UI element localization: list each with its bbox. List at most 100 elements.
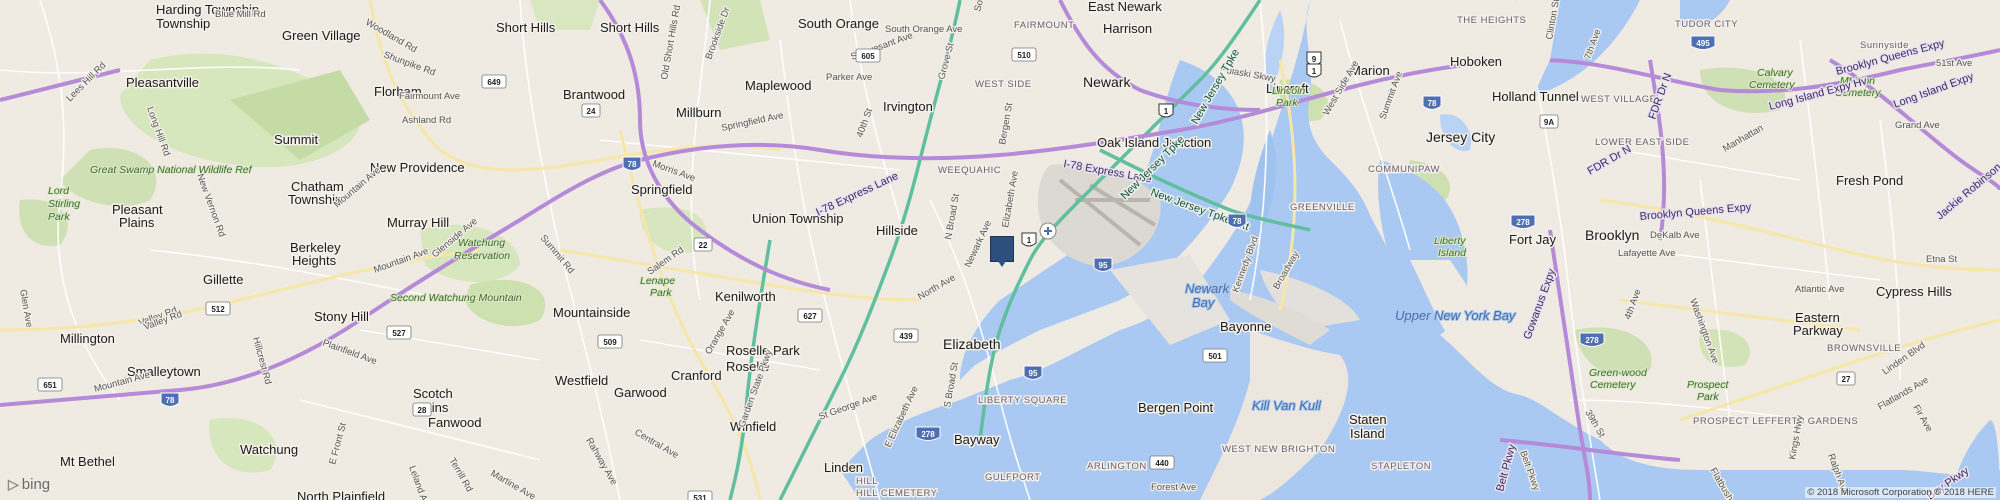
place-label: Mt Bethel	[60, 454, 115, 469]
park-label: Cemetery	[1590, 379, 1636, 391]
route-shield-icon: 9A	[1539, 114, 1559, 129]
place-label: Harrison	[1103, 21, 1152, 36]
place-label: North Plainfield	[297, 489, 385, 500]
route-shield-icon: 440	[1149, 455, 1175, 470]
route-shield-icon: 78	[1227, 213, 1247, 228]
place-label: Millington	[60, 331, 115, 346]
route-shield-label: 531	[693, 494, 707, 500]
route-shield-label: 1	[1164, 107, 1169, 116]
park-label: Park	[48, 211, 70, 223]
park-label: Cemetery	[1749, 79, 1795, 91]
place-label: Oak Island Junction	[1097, 135, 1211, 150]
road-label: Etna St	[1926, 254, 1958, 265]
area-label: WEEQUAHIC	[938, 165, 1001, 176]
route-shield-icon: 24	[581, 103, 601, 118]
route-shield-label: 9A	[1544, 118, 1554, 127]
place-label: New Providence	[370, 160, 465, 175]
place-label: Fresh Pond	[1836, 173, 1903, 188]
bing-logo: ▷ bing	[8, 476, 50, 493]
route-shield-icon: 28	[412, 402, 432, 417]
route-shield-label: 22	[699, 241, 708, 250]
route-shield-icon: 95	[1093, 257, 1113, 272]
area-label: WEST NEW BRIGHTON	[1222, 444, 1335, 455]
route-shield-icon: 651	[37, 377, 63, 392]
road-label: Parker Ave	[826, 72, 872, 83]
place-label: Heights	[292, 253, 337, 268]
location-pin-icon[interactable]	[990, 236, 1014, 267]
park-label: Park	[1276, 97, 1298, 109]
route-shield-icon: 531	[687, 490, 713, 500]
road-label: Atlantic Ave	[1795, 284, 1844, 295]
route-shield-icon: 627	[797, 308, 823, 323]
route-shield-icon: 1	[1021, 232, 1037, 247]
route-shield-icon: 1	[1158, 103, 1174, 118]
bing-logo-text: bing	[21, 476, 51, 493]
map-view[interactable]: Harding Township Township Green Village …	[0, 0, 2000, 500]
place-label: Linden	[824, 460, 863, 475]
route-shield-icon: 9	[1306, 51, 1322, 66]
park-label: Lincoln	[1272, 85, 1305, 97]
place-label: South Orange	[798, 16, 879, 31]
water-label: Newark	[1185, 281, 1231, 296]
route-shield-label: 24	[587, 107, 596, 116]
route-shield-icon: 649	[481, 74, 507, 89]
place-label: Maplewood	[745, 78, 812, 93]
route-shield-label: 439	[899, 332, 913, 341]
park-label: Calvary	[1757, 67, 1793, 79]
place-label: Hoboken	[1450, 54, 1502, 69]
park-label: Lord	[48, 185, 70, 197]
route-shield-icon: 22	[693, 237, 713, 252]
park-label: Liberty	[1434, 235, 1466, 247]
airport-icon	[1039, 222, 1057, 240]
place-label: Brantwood	[563, 87, 625, 102]
route-shield-icon: 278	[1579, 332, 1605, 347]
place-label: Hillside	[876, 223, 918, 238]
route-shield-label: 9	[1312, 55, 1317, 64]
area-label: ARLINGTON	[1087, 461, 1147, 472]
route-shield-label: 649	[487, 78, 501, 87]
route-shield-label: 95	[1099, 261, 1108, 270]
route-shield-icon: 509	[597, 334, 623, 349]
route-shield-icon: 439	[893, 328, 919, 343]
place-label: Kenilworth	[715, 289, 776, 304]
place-label: Cypress Hills	[1876, 284, 1952, 299]
water-label: Upper New York Bay	[1395, 308, 1517, 323]
place-label: Bayway	[954, 432, 1000, 447]
place-label: Short Hills	[496, 20, 556, 35]
area-label: LIBERTY SQUARE	[978, 395, 1067, 406]
route-shield-icon: 527	[386, 325, 412, 340]
park-label: Lenape	[640, 275, 675, 287]
route-shield-label: 28	[418, 406, 427, 415]
place-label: Holland Tunnel	[1492, 89, 1579, 104]
road-label: Lafayette Ave	[1618, 248, 1675, 259]
place-label: Plains	[119, 215, 155, 230]
place-label: Stony Hill	[314, 309, 369, 324]
area-label: STAPLETON	[1371, 461, 1431, 472]
park-label: Stirling	[48, 198, 80, 210]
route-shield-label: 78	[628, 160, 637, 169]
place-label: Summit	[274, 132, 318, 147]
place-label: Parkway	[1793, 323, 1843, 338]
route-shield-icon: 1	[1306, 63, 1322, 78]
route-shield-icon: 605	[855, 48, 881, 63]
place-label: Watchung	[240, 442, 298, 457]
area-label: BROWNSVILLE	[1827, 343, 1901, 354]
place-label: Bayonne	[1220, 319, 1271, 334]
park-label: Park	[650, 287, 672, 299]
park-label: Green-wood	[1589, 367, 1648, 379]
park-label: Watchung	[458, 237, 505, 249]
area-label: HILL	[856, 476, 878, 487]
place-label: Westfield	[555, 373, 608, 388]
place-label: Pleasantville	[126, 75, 199, 90]
place-label: Staten	[1349, 412, 1387, 427]
place-label: Murray Hill	[387, 215, 449, 230]
route-shield-label: 27	[1842, 375, 1851, 384]
road-label: 51st Ave	[1936, 58, 1972, 69]
place-label: Cranford	[671, 368, 722, 383]
route-shield-icon: 78	[1422, 95, 1442, 110]
route-shield-label: 501	[1208, 352, 1222, 361]
place-label: Jersey City	[1426, 129, 1495, 145]
route-shield-label: 510	[1017, 51, 1031, 60]
route-shield-label: 651	[43, 381, 57, 390]
route-shield-label: 440	[1155, 459, 1169, 468]
